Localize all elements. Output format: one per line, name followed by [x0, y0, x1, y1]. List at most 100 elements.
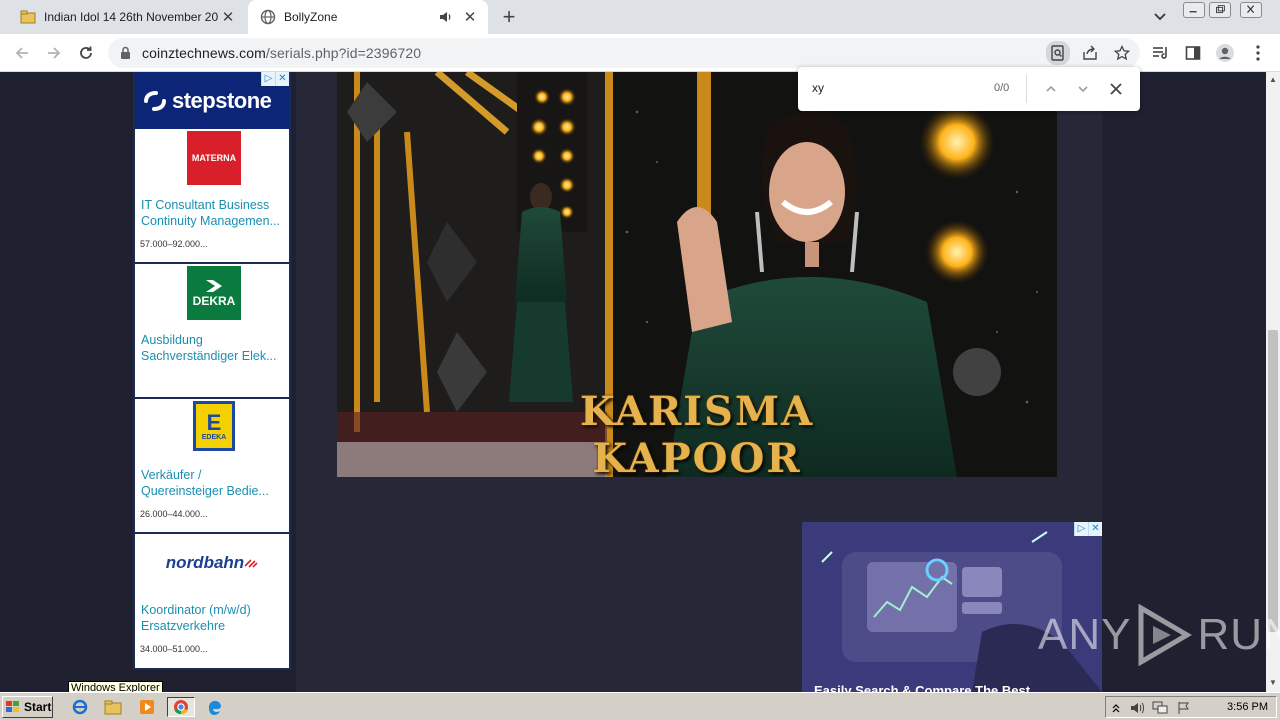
find-close-button[interactable] [1105, 78, 1127, 100]
watermark-right-text: RUN [1197, 610, 1280, 659]
tab-search-chevron-icon[interactable] [1150, 8, 1170, 26]
job-title-line: Continuity Managemen... [141, 214, 280, 228]
url-host: coinztechnews.com [142, 45, 266, 61]
job-listing[interactable]: nordbahn Koordinator (m/w/d) Ersatzverke… [135, 534, 289, 669]
logo-text: MATERNA [191, 153, 237, 163]
forward-arrow-icon [48, 47, 61, 59]
job-listing[interactable]: E EDEKA Verkäufer / Quereinsteiger Bedie… [135, 399, 289, 534]
ie-taskbar-icon[interactable] [69, 697, 91, 717]
video-caption: KARISMA KAPOOR [579, 388, 815, 477]
folder-favicon-icon [20, 10, 36, 24]
tab-close-icon[interactable]: ✕ [218, 7, 238, 27]
find-separator [1026, 75, 1027, 103]
find-input[interactable]: xy [812, 81, 824, 95]
reload-icon [80, 46, 92, 59]
stepstone-logo-icon [144, 90, 166, 111]
tab-bollyzone[interactable]: BollyZone ✕ [248, 0, 488, 34]
logo-text: nordbahn [165, 553, 245, 572]
ad-info-icon[interactable]: ▷ [261, 72, 275, 86]
job-title[interactable]: Verkäufer / Quereinsteiger Bedie... [141, 467, 287, 499]
ad-info-icon[interactable]: ▷ [1074, 522, 1088, 536]
restore-window-button[interactable] [1209, 2, 1231, 18]
scroll-down-arrow-icon[interactable]: ▼ [1268, 678, 1278, 688]
windows-logo-icon [6, 701, 19, 712]
logo-text: DEKRA [192, 294, 236, 308]
scrollbar-thumb[interactable] [1268, 330, 1278, 632]
web-page: stepstone ▷ ✕ MATERNA IT Consultant Busi… [0, 72, 1266, 692]
minimize-window-button[interactable] [1183, 2, 1205, 18]
network-icon[interactable] [1152, 700, 1168, 716]
find-in-page-icon[interactable] [1046, 41, 1070, 65]
job-title[interactable]: Koordinator (m/w/d) Ersatzverkehre [141, 602, 287, 634]
trading-ad-text[interactable]: Easily Search & Compare The Best [814, 683, 1030, 692]
find-bar: xy 0/0 [798, 67, 1140, 111]
back-button[interactable] [10, 41, 34, 65]
ad-close-icon[interactable]: ✕ [275, 72, 289, 86]
tab-close-icon[interactable]: ✕ [460, 7, 480, 27]
bookmark-star-icon[interactable] [1112, 43, 1132, 63]
job-title-line: Sachverständiger Elek... [141, 349, 277, 363]
windows-taskbar: Start 3:56 PM [0, 692, 1280, 720]
materna-logo: MATERNA [187, 131, 241, 185]
chevron-up-icon [1046, 85, 1056, 92]
stepstone-brand: stepstone [172, 87, 272, 113]
edeka-logo: E EDEKA [193, 401, 235, 451]
action-center-flag-icon[interactable] [1176, 700, 1192, 716]
left-job-ad[interactable]: stepstone ▷ ✕ MATERNA IT Consultant Busi… [133, 72, 291, 670]
job-title-line: Quereinsteiger Bedie... [141, 484, 269, 498]
video-player[interactable]: KARISMA KAPOOR [337, 72, 1057, 477]
vertical-scrollbar[interactable]: ▲ ▼ [1266, 72, 1280, 692]
menu-kebab-icon[interactable] [1248, 43, 1268, 63]
nordbahn-logo: nordbahn [157, 536, 267, 590]
ad-choices[interactable]: ▷ ✕ [1074, 522, 1102, 536]
find-previous-button[interactable] [1040, 78, 1062, 100]
back-arrow-icon [15, 47, 28, 59]
dekra-mark-icon [206, 280, 222, 292]
job-title-line: Ersatzverkehre [141, 619, 226, 633]
chrome-taskbar-icon[interactable] [167, 697, 195, 717]
url-path: /serials.php?id=2396720 [265, 45, 422, 61]
address-bar[interactable]: coinztechnews.com/serials.php?id=2396720 [108, 38, 1140, 68]
lock-icon[interactable] [120, 46, 131, 60]
edge-taskbar-icon[interactable] [204, 697, 226, 717]
nordbahn-mark-icon [244, 559, 258, 568]
ad-close-icon[interactable]: ✕ [1088, 522, 1102, 536]
find-next-button[interactable] [1072, 78, 1094, 100]
job-listing[interactable]: MATERNA IT Consultant Business Continuit… [135, 129, 289, 264]
chevron-down-icon [1078, 86, 1088, 93]
side-panel-icon[interactable] [1183, 43, 1203, 63]
ad-choices[interactable]: ▷ ✕ [261, 72, 289, 86]
anyrun-play-icon [1138, 604, 1193, 666]
logo-text: EDEKA [201, 433, 227, 441]
anyrun-watermark: ANY RUN [1038, 604, 1280, 666]
tab-indian-idol[interactable]: Indian Idol 14 26th November 2023 ✕ [8, 0, 246, 34]
tab-strip: Indian Idol 14 26th November 2023 ✕ Boll… [0, 0, 1280, 34]
profile-avatar-icon[interactable] [1215, 43, 1235, 63]
job-title[interactable]: IT Consultant Business Continuity Manage… [141, 197, 287, 229]
tray-expand-icon[interactable] [1108, 700, 1124, 716]
media-controls-icon[interactable] [1151, 43, 1171, 63]
start-button[interactable]: Start [2, 696, 53, 718]
job-listing[interactable]: DEKRA Ausbildung Sachverständiger Elek..… [135, 264, 289, 399]
job-salary: 57.000–92.000... [140, 239, 208, 249]
reload-button[interactable] [74, 41, 98, 65]
new-tab-button[interactable]: + [497, 6, 521, 30]
globe-icon [260, 9, 276, 25]
share-icon[interactable] [1080, 43, 1100, 63]
job-title[interactable]: Ausbildung Sachverständiger Elek... [141, 332, 287, 364]
job-title-line: Koordinator (m/w/d) [141, 603, 251, 617]
job-title-line: Ausbildung [141, 333, 203, 347]
close-window-button[interactable] [1240, 2, 1262, 18]
url-text[interactable]: coinztechnews.com/serials.php?id=2396720 [142, 45, 421, 61]
job-title-line: Verkäufer / [141, 468, 202, 482]
find-match-count: 0/0 [994, 82, 1010, 94]
volume-icon[interactable] [1130, 700, 1146, 716]
job-title-line: IT Consultant Business [141, 198, 270, 212]
forward-button[interactable] [42, 41, 66, 65]
scroll-up-arrow-icon[interactable]: ▲ [1268, 75, 1278, 85]
media-player-taskbar-icon[interactable] [136, 697, 158, 717]
taskbar-clock[interactable]: 3:56 PM [1227, 701, 1268, 713]
audio-playing-icon[interactable] [438, 9, 454, 25]
windows-explorer-taskbar-icon[interactable] [102, 697, 124, 717]
close-icon [1110, 83, 1122, 95]
